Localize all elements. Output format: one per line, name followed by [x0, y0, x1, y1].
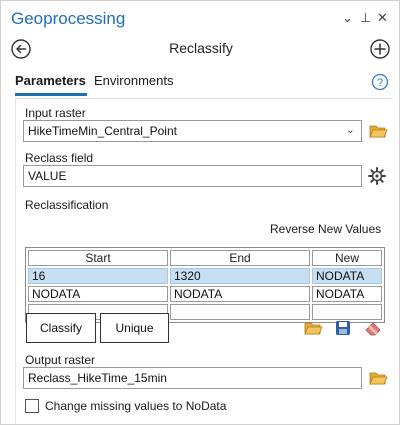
- table-cell-start[interactable]: 16: [28, 268, 168, 284]
- svg-text:?: ?: [377, 77, 383, 89]
- table-cell-new[interactable]: NODATA: [312, 268, 382, 284]
- table-cell-end[interactable]: 1320: [170, 268, 310, 284]
- pane-title: Geoprocessing: [11, 9, 126, 28]
- table-cell-end[interactable]: [170, 304, 310, 320]
- reclass-field-dropdown[interactable]: VALUE: [23, 165, 362, 187]
- table-cell-end[interactable]: NODATA: [170, 286, 310, 302]
- input-raster-value: HikeTimeMin_Central_Point: [28, 124, 177, 138]
- help-icon[interactable]: ?: [371, 73, 389, 91]
- tab-environments[interactable]: Environments: [94, 73, 173, 88]
- column-header-start[interactable]: Start: [28, 250, 168, 266]
- tool-header: Reclassify: [1, 35, 400, 63]
- pane-menu-button[interactable]: ⌄: [342, 10, 353, 26]
- input-raster-dropdown[interactable]: HikeTimeMin_Central_Point ⌄: [23, 120, 362, 142]
- input-raster-label: Input raster: [25, 106, 86, 120]
- pin-button[interactable]: ⊥: [360, 10, 371, 26]
- missing-values-label: Change missing values to NoData: [45, 399, 227, 413]
- tool-title: Reclassify: [169, 40, 233, 56]
- missing-values-checkbox[interactable]: [25, 399, 39, 413]
- table-cell-start[interactable]: NODATA: [28, 286, 168, 302]
- table-cell-new[interactable]: NODATA: [312, 286, 382, 302]
- unique-button[interactable]: Unique: [100, 313, 169, 343]
- back-arrow-icon[interactable]: [10, 38, 32, 60]
- reclass-field-label: Reclass field: [25, 151, 94, 165]
- gear-icon[interactable]: [367, 166, 387, 186]
- browse-folder-icon[interactable]: [368, 368, 388, 388]
- output-raster-label: Output raster: [25, 353, 96, 367]
- save-icon[interactable]: [333, 318, 353, 338]
- column-header-end[interactable]: End: [170, 250, 310, 266]
- column-header-new[interactable]: New: [312, 250, 382, 266]
- output-raster-field[interactable]: Reclass_HikeTime_15min: [23, 367, 362, 389]
- table-header-row: Start End New: [28, 250, 382, 266]
- browse-folder-icon[interactable]: [368, 121, 388, 141]
- chevron-down-icon: ⌄: [345, 124, 355, 136]
- table-row[interactable]: 16 1320 NODATA: [28, 268, 382, 284]
- reclassification-table: Start End New 16 1320 NODATA NODATA NODA…: [25, 247, 385, 323]
- geoprocessing-pane: Geoprocessing ⌄ ⊥ ✕ Reclassify Parameter…: [0, 0, 400, 425]
- load-folder-icon[interactable]: [303, 318, 323, 338]
- output-raster-value: Reclass_HikeTime_15min: [28, 371, 167, 385]
- add-plus-icon[interactable]: [369, 38, 391, 60]
- active-tab-indicator: [15, 93, 87, 96]
- reclassification-label: Reclassification: [25, 198, 109, 212]
- close-button[interactable]: ✕: [377, 10, 388, 26]
- tab-parameters[interactable]: Parameters: [15, 73, 86, 88]
- classify-button[interactable]: Classify: [26, 313, 96, 343]
- eraser-icon[interactable]: [363, 318, 383, 338]
- pane-titlebar: Geoprocessing ⌄ ⊥ ✕: [1, 1, 400, 35]
- table-row[interactable]: NODATA NODATA NODATA: [28, 286, 382, 302]
- reclass-field-value: VALUE: [28, 169, 67, 183]
- reverse-new-values-button[interactable]: Reverse New Values: [270, 222, 381, 236]
